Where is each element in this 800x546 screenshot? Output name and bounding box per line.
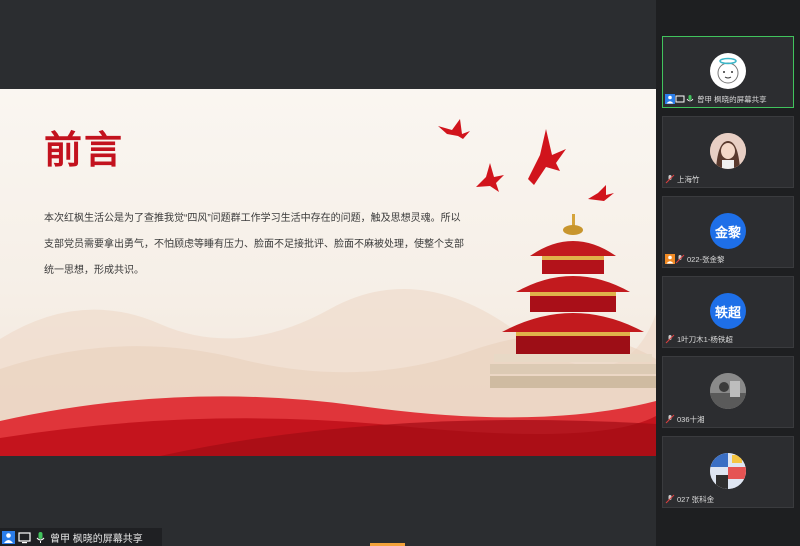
participant-label: 1叶刀木1-杨铁超: [665, 333, 733, 345]
participant-tile[interactable]: 曾甲 枫晓的屏幕共享: [662, 36, 794, 108]
avatar: [710, 133, 746, 169]
shared-screen-area: 前言 本次红枫生活公是为了查推我觉“四风”问题群工作学习生活中存在的问题，触及思…: [0, 0, 656, 546]
participant-name: 上海竹: [677, 174, 700, 184]
participant-gallery[interactable]: 曾甲 枫晓的屏幕共享 上海竹 金黎 022-张金黎 轶超 1叶刀木1-杨铁超 0…: [656, 0, 800, 546]
microphone-muted-icon: [675, 254, 685, 264]
presentation-slide: 前言 本次红枫生活公是为了查推我觉“四风”问题群工作学习生活中存在的问题，触及思…: [0, 89, 656, 456]
participant-name: 027 张科金: [677, 494, 715, 504]
participant-label: 曾甲 枫晓的屏幕共享: [665, 93, 767, 105]
avatar: [710, 373, 746, 409]
user-icon: [665, 254, 675, 264]
screen-share-status-bar: 曾甲 枫晓的屏幕共享: [0, 528, 162, 546]
microphone-icon: [685, 94, 695, 104]
avatar: [710, 53, 746, 89]
participant-label: 027 张科金: [665, 493, 714, 505]
microphone-muted-icon: [665, 414, 675, 424]
screen-share-icon: [675, 94, 685, 104]
user-icon: [665, 94, 675, 104]
microphone-icon: [34, 531, 47, 544]
avatar: [710, 453, 746, 489]
microphone-muted-icon: [665, 334, 675, 344]
participant-name: 036十湘: [677, 414, 705, 424]
participant-name: 曾甲 枫晓的屏幕共享: [697, 94, 767, 104]
participant-tile[interactable]: 金黎 022-张金黎: [662, 196, 794, 268]
participant-label: 022-张金黎: [665, 253, 725, 265]
avatar: 金黎: [710, 213, 746, 249]
screen-share-icon: [18, 531, 31, 544]
participant-tile[interactable]: 027 张科金: [662, 436, 794, 508]
user-icon: [2, 530, 15, 544]
participant-name: 1叶刀木1-杨铁超: [677, 334, 733, 344]
participant-tile[interactable]: 轶超 1叶刀木1-杨铁超: [662, 276, 794, 348]
participant-label: 036十湘: [665, 413, 705, 425]
microphone-muted-icon: [665, 494, 675, 504]
participant-tile[interactable]: 上海竹: [662, 116, 794, 188]
microphone-muted-icon: [665, 174, 675, 184]
participant-name: 022-张金黎: [687, 254, 725, 264]
screen-share-label: 曾甲 枫晓的屏幕共享: [50, 533, 143, 545]
participant-label: 上海竹: [665, 173, 700, 185]
avatar: 轶超: [710, 293, 746, 329]
red-wave-decoration: [0, 396, 656, 456]
participant-tile[interactable]: 036十湘: [662, 356, 794, 428]
